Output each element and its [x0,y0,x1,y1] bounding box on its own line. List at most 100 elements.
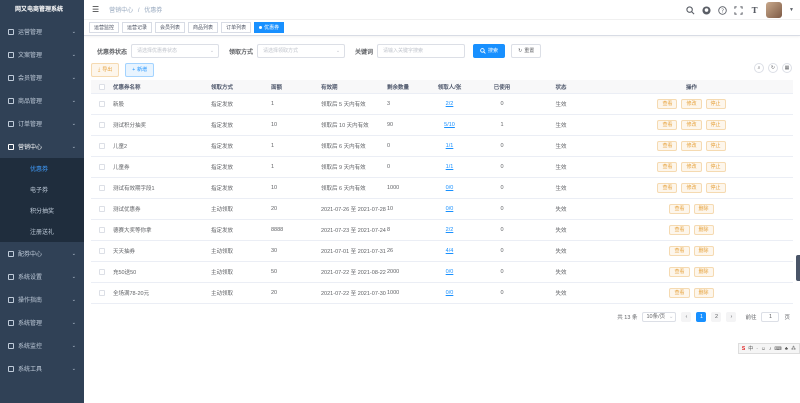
select-all-checkbox[interactable] [99,83,105,90]
action-button[interactable]: 查看 [669,204,690,214]
action-button[interactable]: 删除 [693,225,714,235]
page-2-button[interactable]: 2 [711,312,722,322]
action-button[interactable]: 删除 [693,267,714,277]
action-button[interactable]: 修改 [681,141,702,151]
ime-logo-icon[interactable]: S [742,346,745,352]
action-button[interactable]: 查看 [669,246,690,256]
action-button[interactable]: 查看 [657,162,678,172]
row-checkbox[interactable] [99,143,105,149]
ime-punct-icon[interactable]: · [756,346,758,352]
avatar[interactable] [766,2,783,18]
sidebar-item[interactable]: 文案管理 ⌄ [0,43,84,66]
ime-emoji-icon[interactable]: ☺ [761,346,766,352]
search-toggle-icon[interactable]: ⌕ [754,63,764,73]
sidebar-subitem[interactable]: 电子券 [0,179,84,200]
claim-link[interactable]: 0/0 [446,290,454,296]
claim-link[interactable]: 5/10 [444,122,455,128]
action-button[interactable]: 修改 [681,99,702,109]
help-icon[interactable]: ? [718,5,727,15]
sidebar-item[interactable]: 配券中心 ⌄ [0,242,84,265]
action-button[interactable]: 修改 [681,183,702,193]
claim-link[interactable]: 2/2 [446,227,454,233]
sidebar-item[interactable]: 系统工具 ⌄ [0,357,84,380]
sidebar-item[interactable]: 系统管理 ⌄ [0,311,84,334]
sidebar-item[interactable]: 订单管理 ⌄ [0,112,84,135]
ime-skin-icon[interactable]: ♣ [785,346,788,352]
sidebar-subitem[interactable]: 优惠券 [0,158,84,179]
sidebar-item[interactable]: 会员管理 ⌄ [0,66,84,89]
action-button[interactable]: 删除 [693,204,714,214]
claim-link[interactable]: 0/0 [446,206,454,212]
sidebar-subitem[interactable]: 积分抽奖 [0,200,84,221]
action-button[interactable]: 查看 [657,141,678,151]
refresh-icon[interactable]: ↻ [768,63,778,73]
chevron-down-icon[interactable]: ▼ [789,7,794,13]
columns-icon[interactable]: ▦ [782,63,792,73]
action-button[interactable]: 停止 [705,162,726,172]
action-button[interactable]: 查看 [669,225,690,235]
hamburger-icon[interactable]: ☰ [92,5,99,14]
action-button[interactable]: 修改 [681,120,702,130]
reset-button[interactable]: ↻ 重置 [511,44,542,58]
add-button[interactable]: + 新增 [125,63,155,77]
jump-input[interactable]: 1 [761,312,780,322]
font-size-icon[interactable]: T [750,5,759,15]
row-checkbox[interactable] [99,164,105,170]
action-button[interactable]: 查看 [657,183,678,193]
tag-item[interactable]: 订单列表 [221,22,252,33]
search-icon[interactable] [686,5,695,15]
action-button[interactable]: 停止 [705,99,726,109]
action-button[interactable]: 查看 [669,267,690,277]
status-select[interactable]: 请选择优惠券状态 ⌄ [131,44,220,58]
way-select[interactable]: 请选择领取方式 ⌄ [257,44,346,58]
sidebar-item[interactable]: 系统监控 ⌄ [0,334,84,357]
row-checkbox[interactable] [99,269,105,275]
prev-page-button[interactable]: ‹ [681,312,692,322]
fullscreen-icon[interactable] [734,5,743,15]
action-button[interactable]: 删除 [693,246,714,256]
row-checkbox[interactable] [99,122,105,128]
row-checkbox[interactable] [99,290,105,296]
action-button[interactable]: 查看 [657,99,678,109]
ime-lang-icon[interactable]: 中 [748,345,753,352]
sidebar-item[interactable]: 营销中心 ⌄ [0,135,84,158]
row-checkbox[interactable] [99,101,105,107]
row-checkbox[interactable] [99,206,105,212]
search-button[interactable]: 搜索 [473,44,506,58]
claim-link[interactable]: 2/2 [446,101,454,107]
side-handle[interactable] [796,255,800,281]
row-checkbox[interactable] [99,185,105,191]
claim-link[interactable]: 4/4 [446,248,454,254]
action-button[interactable]: 删除 [693,288,714,298]
page-size-select[interactable]: 10条/页 ⌄ [642,312,677,322]
claim-link[interactable]: 1/1 [446,164,454,170]
sidebar-item[interactable]: 商品管理 ⌄ [0,89,84,112]
action-button[interactable]: 查看 [657,120,678,130]
sidebar-item[interactable]: 操作指南 ⌄ [0,288,84,311]
tag-item[interactable]: 优惠券 [254,22,285,33]
sidebar-subitem[interactable]: 注册送礼 [0,221,84,242]
tag-item[interactable]: 运营记录 [122,22,153,33]
export-button[interactable]: ⤓ 导出 [91,63,120,77]
action-button[interactable]: 停止 [705,183,726,193]
action-button[interactable]: 修改 [681,162,702,172]
sidebar-item[interactable]: 运营管理 ⌄ [0,20,84,43]
action-button[interactable]: 停止 [705,141,726,151]
claim-link[interactable]: 1/1 [446,143,454,149]
sidebar-item[interactable]: 系统设置 ⌄ [0,265,84,288]
next-page-button[interactable]: › [726,312,737,322]
tag-item[interactable]: 商品列表 [188,22,219,33]
claim-link[interactable]: 0/0 [446,185,454,191]
ime-tools-icon[interactable]: ⁂ [791,346,796,352]
ime-mic-icon[interactable]: ♪ [769,346,772,352]
keyword-input[interactable]: 请输入关键字搜索 [377,44,466,58]
row-checkbox[interactable] [99,248,105,254]
tag-item[interactable]: 会员列表 [155,22,186,33]
row-checkbox[interactable] [99,227,105,233]
breadcrumb-parent[interactable]: 营销中心 [109,8,133,14]
page-1-button[interactable]: 1 [696,312,707,322]
action-button[interactable]: 查看 [669,288,690,298]
tag-item[interactable]: 运营监控 [89,22,120,33]
claim-link[interactable]: 0/0 [446,269,454,275]
github-icon[interactable] [702,5,711,15]
